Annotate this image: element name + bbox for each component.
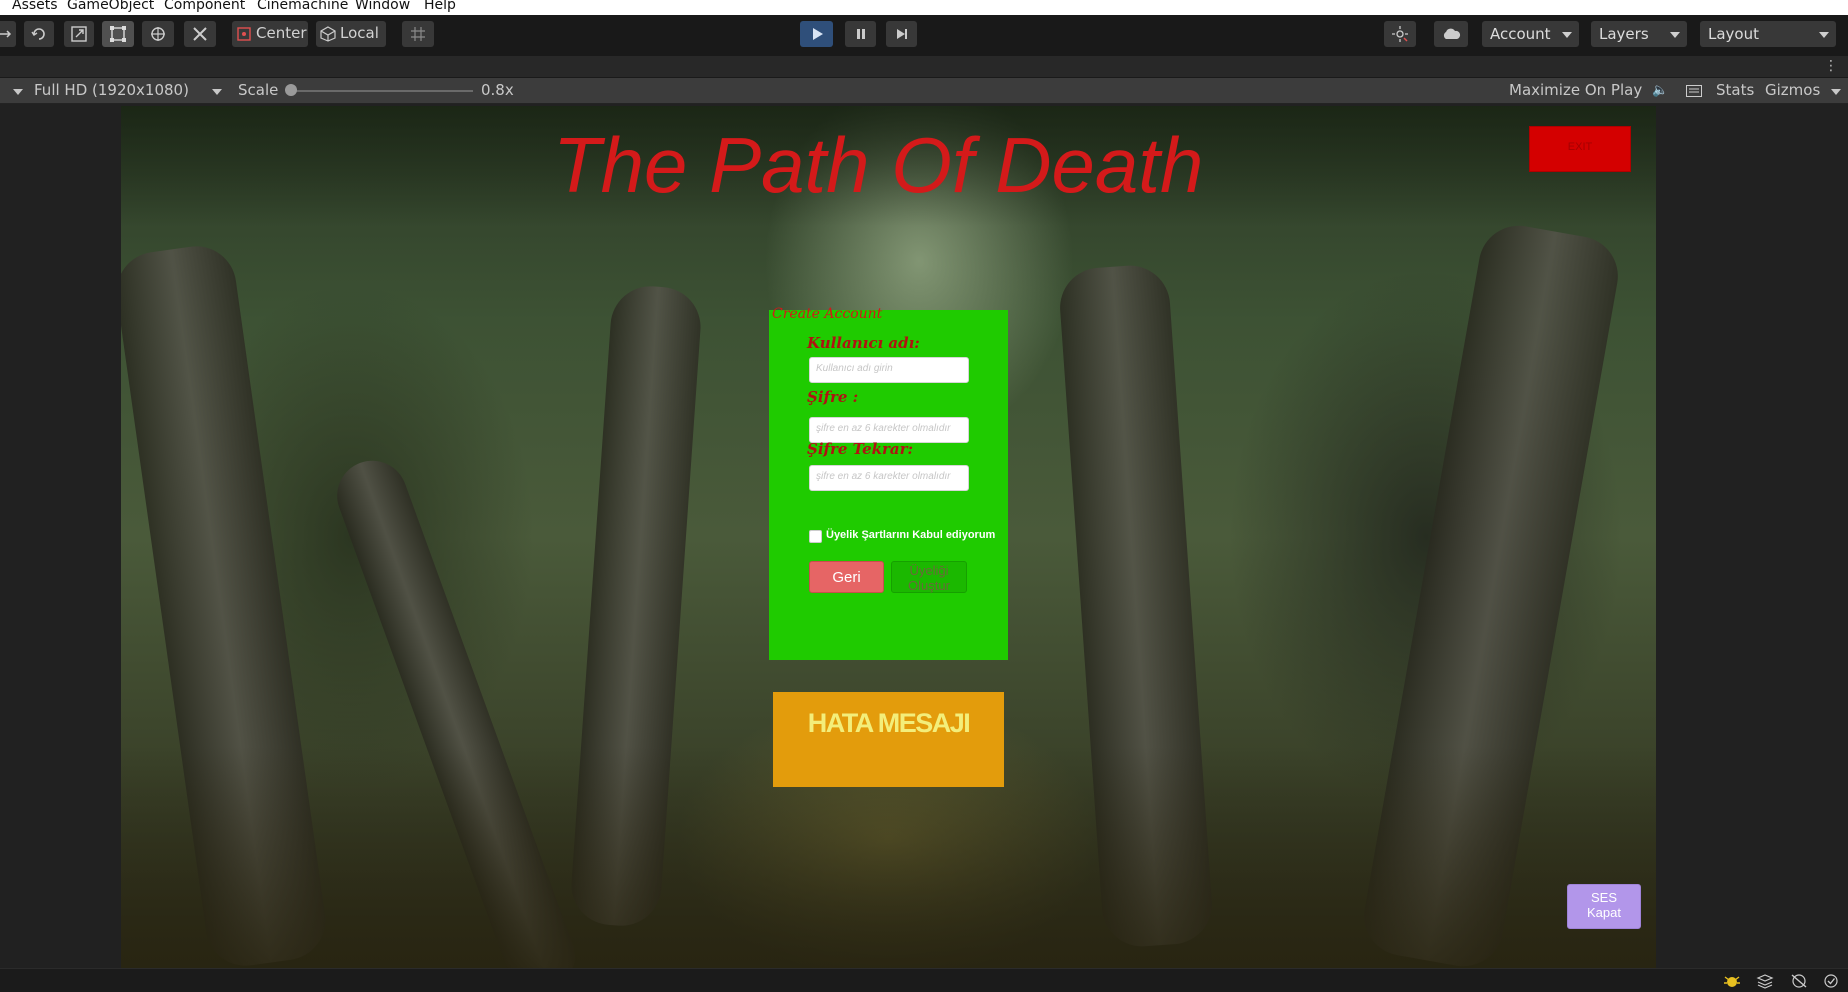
username-placeholder: Kullanıcı adı girin <box>816 363 893 374</box>
main-toolbar: Center Local Account Layers Layout <box>0 15 1848 56</box>
layout-dropdown[interactable]: Layout <box>1700 21 1836 47</box>
step-icon <box>896 29 907 39</box>
debug-bug-icon[interactable] <box>1723 973 1741 989</box>
pivot-local-button[interactable]: Local <box>316 21 386 47</box>
create-account-button[interactable]: Üyeliği Oluştur <box>891 561 967 593</box>
resolution-dropdown[interactable]: Full HD (1920x1080) <box>34 81 189 99</box>
layers-dropdown[interactable]: Layers <box>1591 21 1687 47</box>
game-title: The Path Of Death <box>553 121 1204 209</box>
pause-icon <box>856 29 865 39</box>
password-repeat-placeholder: şifre en az 6 karekter olmalıdır <box>816 471 951 482</box>
pivot-local-label: Local <box>340 24 379 42</box>
tab-menu-icon[interactable]: ⋮ <box>1824 58 1838 74</box>
menu-component[interactable]: Component <box>164 0 245 13</box>
rotate-tool-button[interactable] <box>24 21 54 47</box>
error-message-text: HATA MESAJI <box>807 708 971 738</box>
scale-label: Scale <box>238 81 279 99</box>
sound-off-label: SES Kapat <box>1568 890 1640 920</box>
network-off-icon[interactable] <box>1790 973 1808 989</box>
menu-cinemachine[interactable]: Cinemachine <box>257 0 348 13</box>
account-label: Account <box>1490 25 1551 43</box>
create-account-panel: Create Account Kullanıcı adı: Kullanıcı … <box>769 306 1008 660</box>
transform-tool-button[interactable] <box>142 21 174 47</box>
grid-snap-button[interactable] <box>402 21 434 47</box>
sound-off-button[interactable]: SES Kapat <box>1567 884 1641 929</box>
layers-stack-icon[interactable] <box>1756 973 1774 989</box>
transform-icon <box>151 27 165 41</box>
rect-tool-icon <box>110 26 126 42</box>
move-icon <box>0 30 12 38</box>
stats-toggle[interactable]: Stats <box>1716 81 1754 99</box>
cube-icon <box>320 26 336 42</box>
error-message-box: HATA MESAJI <box>773 692 1004 787</box>
terms-checkbox[interactable] <box>809 530 822 543</box>
services-icon <box>1392 26 1408 42</box>
terms-label: Üyelik Şartlarını Kabul ediyorum <box>826 529 996 541</box>
check-circle-icon[interactable] <box>1822 973 1840 989</box>
username-input[interactable]: Kullanıcı adı girin <box>809 357 969 383</box>
account-dropdown[interactable]: Account <box>1482 21 1579 47</box>
tools-icon <box>193 27 207 41</box>
display-dropdown-icon[interactable] <box>13 89 23 95</box>
maximize-on-play-toggle[interactable]: Maximize On Play <box>1509 81 1642 99</box>
pivot-center-label: Center <box>256 24 307 42</box>
username-label: Kullanıcı adı: <box>807 334 920 352</box>
chevron-down-icon[interactable] <box>1831 89 1841 95</box>
password-label: Şifre : <box>807 388 859 406</box>
scale-slider-handle[interactable] <box>285 84 297 96</box>
exit-button[interactable]: EXIT <box>1529 126 1631 172</box>
password-repeat-label: Şifre Tekrar: <box>807 440 914 458</box>
grid-icon <box>411 27 425 41</box>
chevron-down-icon <box>212 89 222 95</box>
password-repeat-input[interactable]: şifre en az 6 karekter olmalıdır <box>809 465 969 491</box>
layout-label: Layout <box>1708 25 1759 43</box>
pivot-center-button[interactable]: Center <box>232 21 308 47</box>
menu-assets[interactable]: Assets <box>12 0 58 13</box>
chevron-down-icon <box>1670 32 1680 38</box>
game-view-toolbar: Full HD (1920x1080) Scale 0.8x Maximize … <box>0 78 1848 104</box>
menu-help[interactable]: Help <box>424 0 456 13</box>
scale-slider-track[interactable] <box>289 90 473 92</box>
scale-value: 0.8x <box>481 81 514 99</box>
tab-strip: ⋮ <box>0 56 1848 78</box>
panel-title: Create Account <box>772 306 883 322</box>
cloud-icon <box>1443 28 1461 39</box>
back-label: Geri <box>832 569 861 586</box>
status-bar <box>0 968 1848 992</box>
play-button[interactable] <box>800 21 833 47</box>
game-viewport: The Path Of Death EXIT Create Account Ku… <box>121 106 1656 968</box>
back-button[interactable]: Geri <box>809 561 884 593</box>
custom-tool-button[interactable] <box>184 21 216 47</box>
scale-icon <box>71 26 87 42</box>
layers-label: Layers <box>1599 25 1649 43</box>
chevron-down-icon <box>1819 32 1829 38</box>
play-icon <box>812 28 823 40</box>
move-tool-button[interactable] <box>0 21 16 47</box>
rect-tool-button[interactable] <box>102 21 134 47</box>
rotate-icon <box>31 28 45 40</box>
create-label-line1: Üyeliği <box>909 563 949 578</box>
game-view: The Path Of Death EXIT Create Account Ku… <box>0 104 1848 968</box>
create-label-line2: Oluştur <box>908 578 950 593</box>
chevron-down-icon <box>1562 32 1572 38</box>
sound-line1: SES <box>1590 890 1617 905</box>
menu-bar: Assets GameObject Component Cinemachine … <box>0 0 1848 15</box>
cloud-button[interactable] <box>1434 21 1468 47</box>
menu-window[interactable]: Window <box>355 0 410 13</box>
services-button[interactable] <box>1384 21 1416 47</box>
create-account-label: Üyeliği Oluştur <box>892 563 966 593</box>
audio-mute-icon[interactable]: 🔈 <box>1652 83 1668 98</box>
step-button[interactable] <box>886 21 917 47</box>
pivot-icon <box>237 27 251 41</box>
scale-tool-button[interactable] <box>64 21 94 47</box>
exit-label: EXIT <box>1567 141 1593 153</box>
gizmos-toggle[interactable]: Gizmos <box>1765 81 1820 99</box>
pause-button[interactable] <box>845 21 876 47</box>
sound-line2: Kapat <box>1587 905 1621 920</box>
password-placeholder: şifre en az 6 karekter olmalıdır <box>816 423 951 434</box>
keyboard-icon[interactable] <box>1686 85 1702 97</box>
menu-gameobject[interactable]: GameObject <box>67 0 154 13</box>
